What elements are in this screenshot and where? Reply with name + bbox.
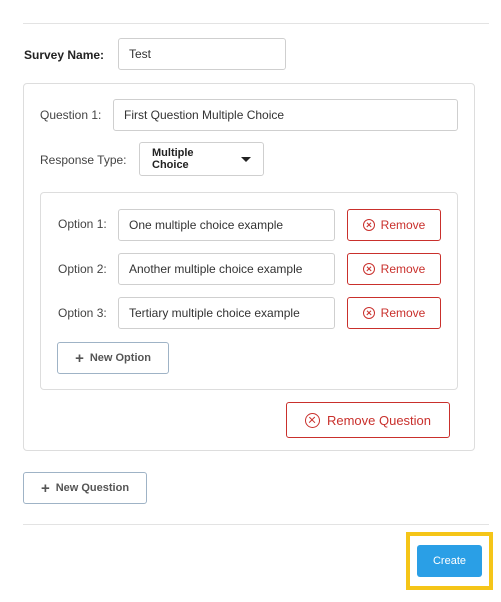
survey-name-input[interactable]: Test — [118, 38, 286, 70]
remove-option-2-button[interactable]: Remove — [347, 253, 441, 285]
create-button[interactable]: Create — [417, 545, 482, 577]
option-2-input[interactable]: Another multiple choice example — [118, 253, 335, 285]
new-question-label: New Question — [55, 482, 130, 494]
question-label: Question 1: — [40, 108, 102, 122]
option-2-label: Option 2: — [58, 262, 107, 276]
remove-circle-icon — [362, 307, 375, 319]
plus-icon: + — [75, 349, 84, 367]
plus-icon: + — [40, 479, 50, 497]
remove-option-3-button[interactable]: Remove — [347, 297, 441, 329]
new-option-button[interactable]: + New Option — [57, 342, 169, 374]
remove-option-1-button[interactable]: Remove — [347, 209, 441, 241]
remove-option-2-label: Remove — [380, 262, 426, 276]
remove-circle-icon — [304, 412, 320, 428]
remove-question-label: Remove Question — [326, 412, 432, 428]
option-1-label: Option 1: — [58, 217, 107, 231]
response-type-dropdown[interactable]: Multiple Choice — [139, 142, 264, 176]
top-divider — [23, 23, 489, 24]
question-input[interactable]: First Question Multiple Choice — [113, 99, 458, 131]
option-3-input[interactable]: Tertiary multiple choice example — [118, 297, 335, 329]
remove-option-1-label: Remove — [380, 218, 426, 232]
remove-circle-icon — [362, 263, 375, 275]
remove-option-3-label: Remove — [380, 306, 426, 320]
remove-circle-icon — [362, 219, 375, 231]
remove-question-button[interactable]: Remove Question — [286, 402, 450, 438]
new-option-label: New Option — [89, 352, 151, 364]
response-type-label: Response Type: — [40, 153, 127, 167]
caret-down-icon — [241, 156, 251, 162]
option-3-label: Option 3: — [58, 306, 107, 320]
survey-name-label: Survey Name: — [24, 48, 105, 62]
option-1-input[interactable]: One multiple choice example — [118, 209, 335, 241]
response-type-value: Multiple Choice — [152, 147, 194, 171]
new-question-button[interactable]: + New Question — [23, 472, 147, 504]
bottom-divider — [23, 524, 489, 525]
